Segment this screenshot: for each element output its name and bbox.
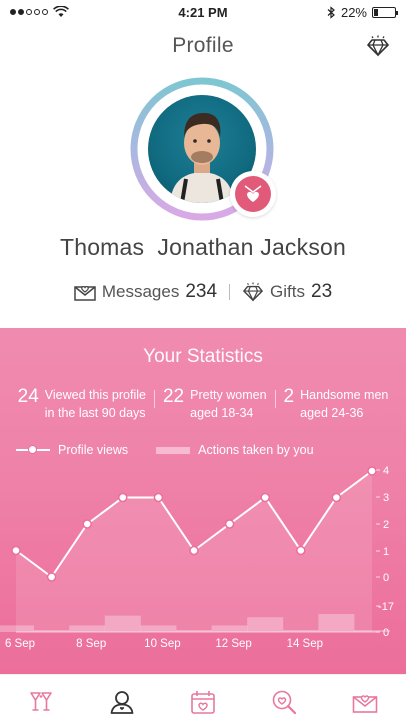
gift-badge[interactable] [230, 171, 276, 217]
stat-line-1: Pretty women [190, 388, 267, 402]
legend-label: Actions taken by you [198, 443, 314, 457]
stat-number: 24 [17, 386, 39, 407]
page-title: Profile [172, 34, 234, 57]
stat-description: Handsome men aged 24-36 [300, 386, 388, 422]
bluetooth-icon [327, 5, 335, 19]
profile-counters: Messages 234 Gifts 23 [0, 281, 406, 303]
y-tick-label: 0 [383, 572, 389, 584]
profile-views-point [367, 466, 377, 476]
profile-views-point [46, 572, 57, 582]
statistics-chart: 4 3 2 1 0 -17 0 6 Sep 8 Sep 10 Sep 12 Sep 14 Sep [0, 465, 394, 650]
signal-icon [10, 9, 48, 15]
diamond-icon [367, 35, 389, 57]
stat-number: 22 [162, 386, 185, 407]
profile-views-point [260, 492, 270, 503]
stat-description: Pretty women aged 18-34 [190, 386, 266, 422]
x-tick-label: 12 Sep [215, 638, 251, 650]
battery-percent: 22% [340, 4, 367, 20]
y-tick-label: 4 [383, 465, 389, 477]
envelope-heart-icon [353, 694, 378, 713]
stat-line-2: aged 18-34 [190, 406, 254, 420]
y-tick-label: 0 [383, 627, 389, 639]
premium-button[interactable] [364, 32, 392, 60]
diamond-icon [243, 282, 263, 302]
profile-views-point [82, 519, 92, 529]
stat-line-2: in the last 90 days [44, 406, 146, 420]
stat-summary: 24 Viewed this profile in the last 90 da… [0, 386, 406, 422]
messages-counter[interactable]: Messages 234 [74, 281, 217, 303]
chart-legend: Profile views Actions taken by you [16, 443, 342, 457]
x-tick-label: 6 Sep [5, 638, 35, 650]
statistics-panel: 4 3 2 1 0 -17 0 6 Sep 8 Sep 10 Sep 12 Sep 14 Sep Yo… [0, 328, 406, 674]
gifts-counter[interactable]: Gifts 23 [242, 281, 332, 303]
gifts-count: 23 [311, 281, 333, 302]
profile-views-point [118, 492, 128, 503]
profile-views-point [189, 545, 199, 556]
y-tick-label: 2 [383, 519, 389, 531]
avatar[interactable] [128, 75, 276, 223]
header: Profile [0, 28, 406, 64]
search-heart-icon [272, 690, 297, 714]
statistics-title: Your Statistics [143, 346, 263, 367]
calendar-heart-icon [191, 690, 215, 714]
battery-level [374, 8, 379, 16]
profile-views-point [224, 519, 235, 529]
legend-actions[interactable]: Actions taken by you [156, 443, 314, 457]
profile-views-point [11, 545, 21, 556]
cocktail-icon [29, 691, 52, 711]
gifts-label: Gifts [270, 282, 305, 301]
battery-icon [372, 6, 398, 18]
nav-search[interactable] [264, 682, 304, 722]
stat-line-2: aged 24-36 [300, 406, 364, 420]
stat-profile-views: 24 Viewed this profile in the last 90 da… [10, 386, 154, 422]
stat-women: 22 Pretty women aged 18-34 [155, 386, 275, 422]
x-tick-label: 10 Sep [144, 638, 180, 650]
legend-label: Profile views [58, 443, 129, 457]
nav-drinks[interactable] [21, 682, 61, 722]
status-right: 22% [327, 4, 398, 20]
messages-count: 234 [185, 281, 218, 302]
legend-line-swatch [16, 445, 50, 454]
nav-messages[interactable] [345, 682, 385, 722]
x-tick-label: 14 Sep [287, 638, 323, 650]
x-tick-label: 8 Sep [76, 638, 106, 650]
status-left [10, 6, 69, 18]
legend-bar-swatch [156, 446, 191, 454]
profile-views-point [331, 492, 342, 503]
nav-profile[interactable] [102, 682, 142, 722]
profile-views-point [153, 492, 164, 503]
user-name: Thomas Jonathan Jackson [59, 234, 347, 260]
y-tick-label: 1 [383, 546, 389, 558]
stat-description: Viewed this profile in the last 90 days [45, 386, 146, 422]
y-tick-label: -17 [378, 601, 394, 613]
heart-gift-icon [244, 185, 262, 202]
stat-line-1: Viewed this profile [44, 388, 146, 402]
envelope-heart-icon [74, 285, 96, 301]
counter-divider [229, 284, 231, 300]
wifi-icon [53, 6, 69, 17]
y-tick-label: 3 [383, 492, 389, 504]
profile-views-point [296, 545, 306, 556]
legend-profile-views[interactable]: Profile views [16, 443, 128, 457]
stat-number: 2 [283, 386, 295, 407]
gift-badge-inner [235, 176, 271, 212]
profile-icon [110, 690, 134, 714]
stat-line-1: Handsome men [300, 388, 389, 402]
nav-events[interactable] [183, 682, 223, 722]
status-bar: 4:21 PM 22% [0, 0, 406, 24]
messages-label: Messages [101, 282, 180, 301]
stat-men: 2 Handsome men aged 24-36 [276, 386, 397, 422]
bottom-nav [0, 674, 406, 728]
